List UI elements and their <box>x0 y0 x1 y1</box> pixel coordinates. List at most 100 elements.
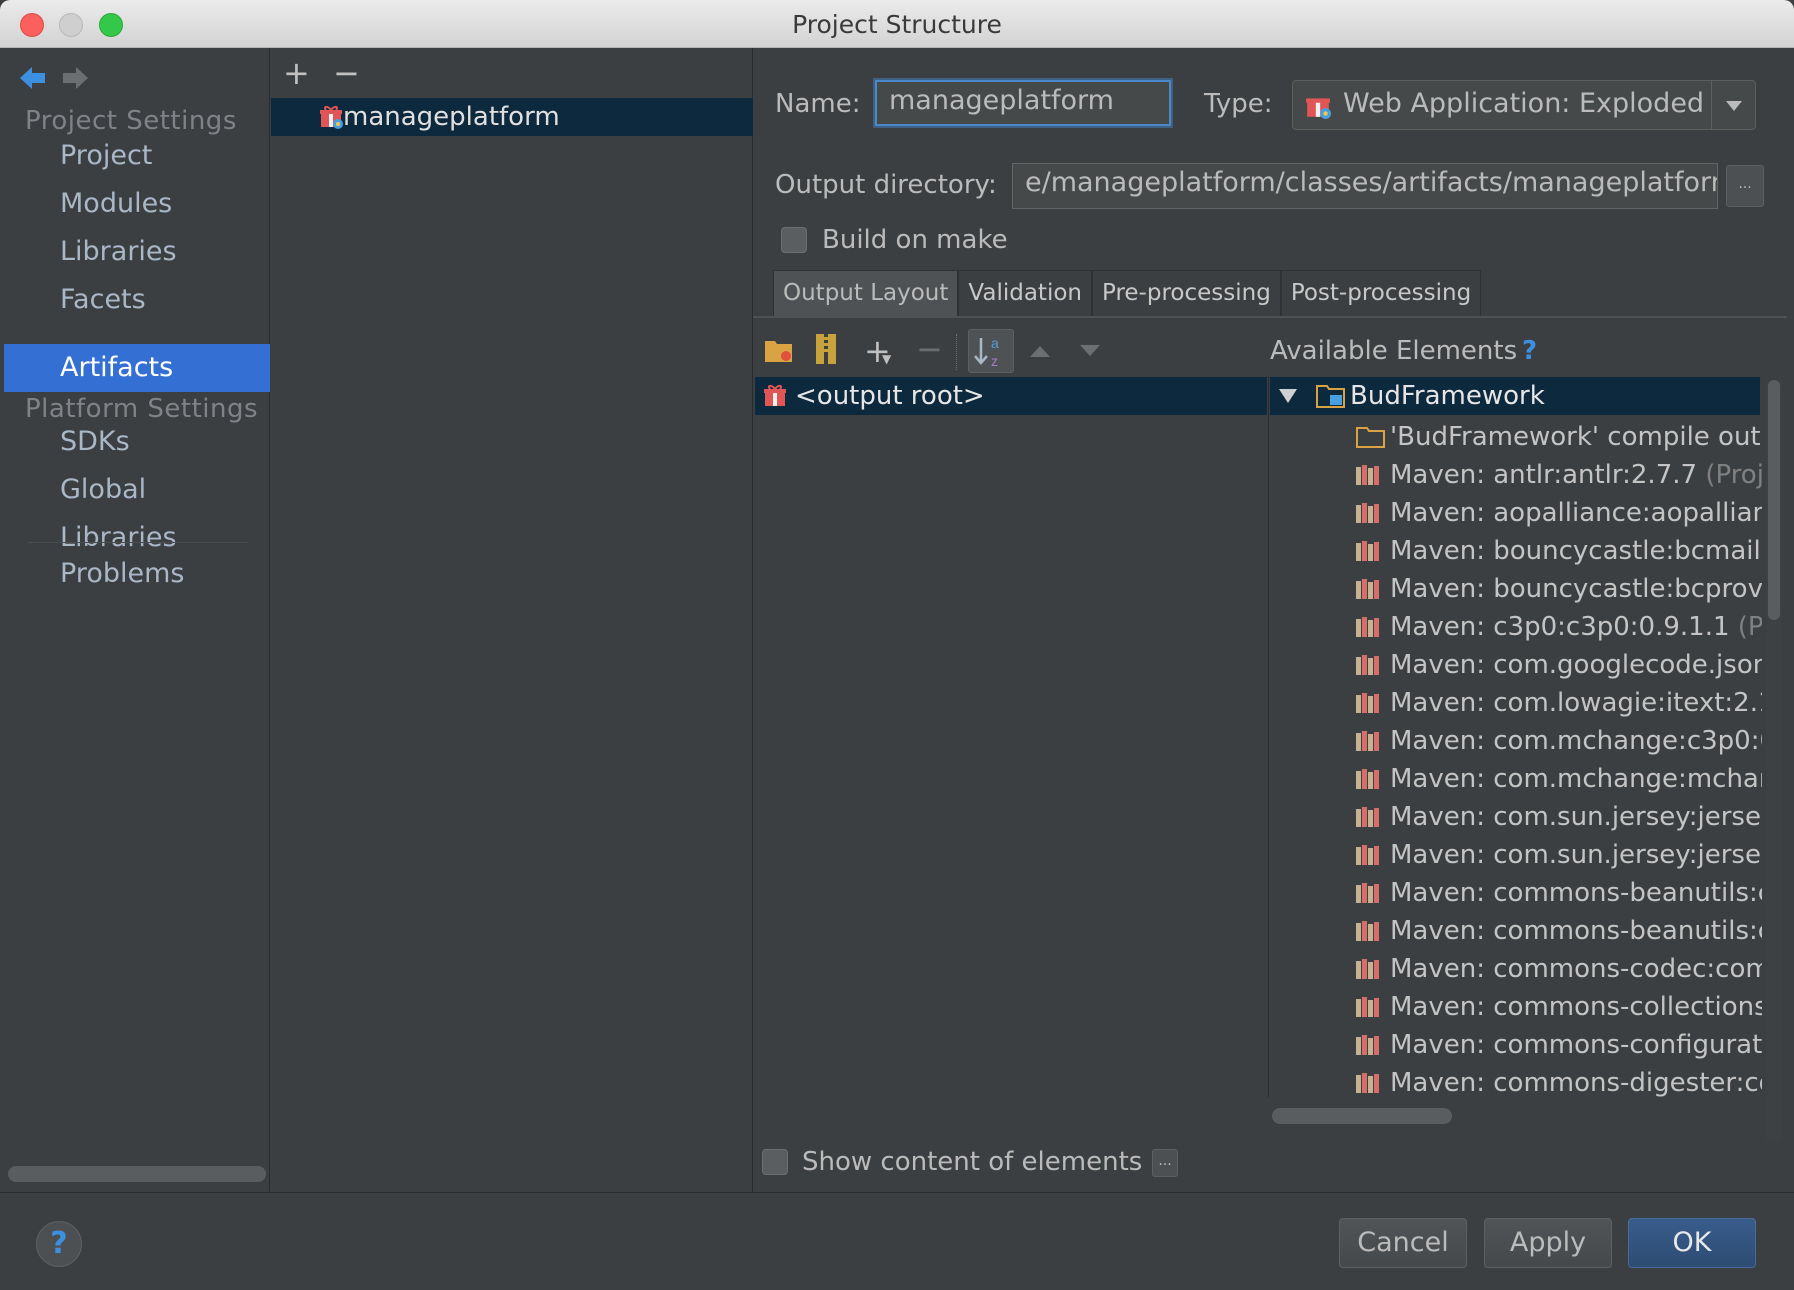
available-element-item[interactable]: Maven: commons-beanutils:com <box>1352 912 1762 950</box>
compile-output-folder-icon <box>1356 427 1385 448</box>
artifact-name-input[interactable]: manageplatform <box>875 80 1171 126</box>
element-suffix: (Project <box>1705 460 1762 490</box>
back-arrow-icon[interactable] <box>18 64 48 92</box>
name-label: Name: <box>775 89 861 119</box>
library-icon <box>1356 465 1379 485</box>
tab-underline <box>753 316 1787 318</box>
element-label: 'BudFramework' compile output <box>1390 422 1762 452</box>
show-content-checkbox[interactable] <box>762 1149 788 1175</box>
element-label: Maven: com.sun.jersey:jersey-c <box>1390 840 1762 870</box>
sidebar-item-project[interactable]: Project <box>4 132 270 180</box>
svg-text:z: z <box>991 353 998 369</box>
tab-post-processing[interactable]: Post-processing <box>1280 270 1482 316</box>
apply-button[interactable]: Apply <box>1484 1218 1612 1268</box>
layout-splitter[interactable] <box>1268 377 1269 1097</box>
show-content-label[interactable]: Show content of elements <box>802 1147 1142 1177</box>
element-label: Maven: commons-beanutils:com <box>1390 916 1762 946</box>
library-icon <box>1356 845 1379 865</box>
artifact-list-item[interactable]: manageplatform <box>271 98 753 136</box>
archive-icon[interactable] <box>814 333 838 365</box>
cancel-button[interactable]: Cancel <box>1339 1218 1467 1268</box>
available-elements-help-icon[interactable]: ? <box>1522 336 1537 366</box>
sidebar-item-problems[interactable]: Problems <box>4 550 270 598</box>
output-root-label: <output root> <box>795 381 985 411</box>
sidebar-horizontal-scrollbar[interactable] <box>8 1166 266 1182</box>
available-element-item[interactable]: Maven: commons-configuration: <box>1352 1026 1762 1064</box>
elements-horizontal-scroll-thumb[interactable] <box>1272 1108 1452 1124</box>
library-icon <box>1356 617 1379 637</box>
add-dropdown-icon: ▼ <box>882 352 892 366</box>
elements-vertical-scroll-thumb[interactable] <box>1768 380 1780 620</box>
web-artifact-icon <box>1306 98 1331 119</box>
ok-button[interactable]: OK <box>1628 1218 1756 1268</box>
sort-elements-button[interactable]: az <box>968 329 1014 373</box>
tab-validation[interactable]: Validation <box>958 270 1092 316</box>
element-label: Maven: com.sun.jersey:jersey-c <box>1390 802 1762 832</box>
sidebar-item-artifacts[interactable]: Artifacts <box>4 344 270 392</box>
remove-artifact-button[interactable]: − <box>333 54 360 92</box>
element-label: Maven: c3p0:c3p0:0.9.1.1 <box>1390 612 1738 642</box>
sidebar-item-global-libraries[interactable]: Global Libraries <box>4 466 270 553</box>
available-element-item[interactable]: Maven: commons-codec:commo <box>1352 950 1762 988</box>
library-icon <box>1356 503 1379 523</box>
web-artifact-icon <box>320 106 343 129</box>
element-label: Maven: com.mchange:mchange- <box>1390 764 1762 794</box>
browse-output-button[interactable]: ... <box>1726 165 1764 207</box>
available-element-item[interactable]: Maven: aopalliance:aopalliance:1 <box>1352 494 1762 532</box>
available-element-item[interactable]: Maven: c3p0:c3p0:0.9.1.1 (Proj <box>1352 608 1762 646</box>
sidebar-item-facets[interactable]: Facets <box>4 276 270 324</box>
available-element-item[interactable]: Maven: com.googlecode.json-sin <box>1352 646 1762 684</box>
build-on-make-label[interactable]: Build on make <box>822 225 1008 255</box>
show-content-options-button[interactable]: ... <box>1152 1149 1178 1177</box>
element-label: Maven: commons-beanutils:com <box>1390 878 1762 908</box>
library-icon <box>1356 731 1379 751</box>
available-element-item[interactable]: Maven: bouncycastle:bcprov-jdk <box>1352 570 1762 608</box>
move-down-icon[interactable] <box>1078 343 1102 359</box>
tab-pre-processing[interactable]: Pre-processing <box>1091 270 1281 316</box>
expand-triangle-icon[interactable] <box>1278 388 1298 404</box>
available-element-item[interactable]: Maven: com.sun.jersey:jersey-c <box>1352 798 1762 836</box>
output-directory-value: e/manageplatform/classes/artifacts/manag… <box>1025 167 1718 198</box>
available-element-item[interactable]: Maven: com.mchange:c3p0:0.9. <box>1352 722 1762 760</box>
available-element-item[interactable]: Maven: commons-beanutils:com <box>1352 874 1762 912</box>
output-directory-input[interactable]: e/manageplatform/classes/artifacts/manag… <box>1012 163 1718 209</box>
element-label: Maven: bouncycastle:bcprov-jdk <box>1390 574 1762 604</box>
remove-element-button[interactable]: − <box>916 330 943 368</box>
build-on-make-checkbox[interactable] <box>781 227 807 253</box>
element-label: Maven: bouncycastle:bcmail-jdk <box>1390 536 1762 566</box>
sidebar-divider <box>28 542 248 543</box>
forward-arrow-icon[interactable] <box>60 64 90 92</box>
element-label: Maven: commons-digester:comi <box>1390 1068 1762 1098</box>
module-folder-icon <box>1316 385 1345 408</box>
tree-root-row[interactable]: BudFramework <box>1270 377 1760 415</box>
help-button[interactable]: ? <box>36 1221 82 1267</box>
sidebar-item-libraries[interactable]: Libraries <box>4 228 270 276</box>
sidebar-item-sdks[interactable]: SDKs <box>4 418 270 466</box>
tab-output-layout[interactable]: Output Layout <box>773 270 959 316</box>
move-up-icon[interactable] <box>1028 343 1052 359</box>
available-element-item[interactable]: Maven: com.lowagie:itext:2.1.7 <box>1352 684 1762 722</box>
artifact-tabs: Output Layout Validation Pre-processing … <box>773 270 1482 316</box>
title-bar: Project Structure <box>0 0 1794 48</box>
available-element-item[interactable]: Maven: antlr:antlr:2.7.7 (Project <box>1352 456 1762 494</box>
sidebar-item-modules[interactable]: Modules <box>4 180 270 228</box>
new-directory-icon[interactable] <box>764 336 794 364</box>
settings-sidebar: Project Settings Project Modules Librari… <box>4 48 270 1192</box>
available-element-item[interactable]: 'BudFramework' compile output <box>1352 418 1762 456</box>
element-label: Maven: com.mchange:c3p0:0.9. <box>1390 726 1762 756</box>
library-icon <box>1356 541 1379 561</box>
chevron-down-icon[interactable] <box>1725 99 1743 113</box>
output-root-row[interactable]: <output root> <box>755 377 1267 415</box>
add-artifact-button[interactable]: + <box>283 54 310 92</box>
artifact-type-select[interactable]: Web Application: Exploded <box>1292 80 1756 130</box>
element-label: Maven: commons-codec:commo <box>1390 954 1762 984</box>
available-element-item[interactable]: Maven: com.sun.jersey:jersey-c <box>1352 836 1762 874</box>
svg-text:a: a <box>991 335 999 351</box>
available-element-item[interactable]: Maven: commons-digester:comi <box>1352 1064 1762 1098</box>
library-icon <box>1356 921 1379 941</box>
available-element-item[interactable]: Maven: commons-collections:coi <box>1352 988 1762 1026</box>
available-element-item[interactable]: Maven: bouncycastle:bcmail-jdk <box>1352 532 1762 570</box>
element-label: Maven: commons-configuration: <box>1390 1030 1762 1060</box>
project-structure-window: Project Structure Project Settings Proje… <box>0 0 1794 1290</box>
available-element-item[interactable]: Maven: com.mchange:mchange- <box>1352 760 1762 798</box>
